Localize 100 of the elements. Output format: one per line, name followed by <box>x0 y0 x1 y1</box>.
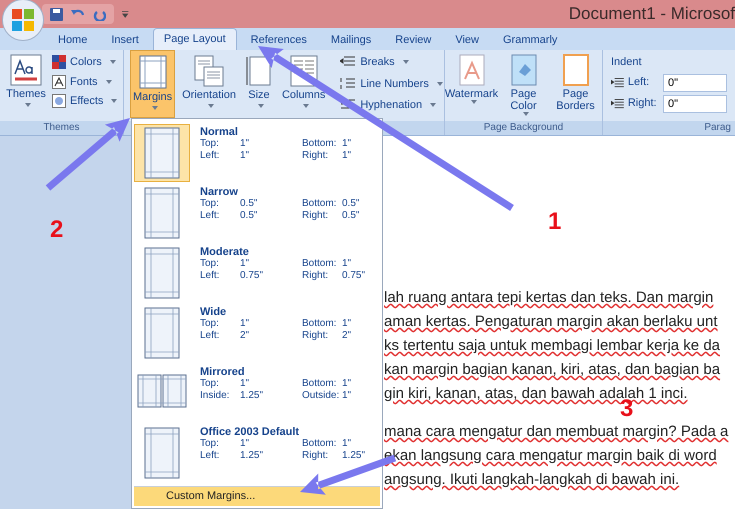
margin-label: Outside: <box>302 390 340 402</box>
ribbon-tab[interactable]: Insert <box>101 30 149 50</box>
margin-label: Top: <box>200 438 220 450</box>
margin-value: 1" <box>342 138 352 150</box>
margin-value: 0.75" <box>342 270 366 282</box>
margin-value: 1.25" <box>342 450 366 462</box>
save-icon[interactable] <box>50 8 64 20</box>
page-margins-icon <box>144 187 180 239</box>
margin-label: Bottom: <box>302 438 338 450</box>
ribbon-button[interactable]: Orientation <box>179 50 239 118</box>
group-label: Parag <box>603 121 735 135</box>
margin-value: 1.25" <box>240 450 264 462</box>
custom-margins-item[interactable]: Custom Margins... <box>134 486 380 506</box>
ribbon-small-button[interactable]: Breaks <box>340 54 443 70</box>
field-label: Right: <box>628 96 658 112</box>
field-label: Left: <box>628 75 650 90</box>
preset-name: Moderate <box>200 246 250 258</box>
step-number: 1 <box>548 210 562 234</box>
caret-icon <box>106 80 112 84</box>
indent-field[interactable]: 0" <box>663 94 727 112</box>
document-text-line: lah ruang antara tepi kertas dan teks. Dan margin <box>384 288 714 308</box>
indent-icon <box>611 98 624 110</box>
document-text-line: mana cara mengatur dan membuat margin? Pada a <box>384 422 730 442</box>
ribbon-tab[interactable]: Page Layout <box>152 28 237 50</box>
margin-label: Right: <box>302 210 330 222</box>
margin-label: Left: <box>200 450 220 462</box>
margin-label: Top: <box>200 318 220 330</box>
margin-label: Left: <box>200 150 220 162</box>
margin-value: 1" <box>342 258 352 270</box>
ribbon-tab[interactable]: References <box>240 30 317 50</box>
indent-icon <box>611 76 624 88</box>
preset-name: Wide <box>200 306 228 318</box>
ribbon-tab[interactable]: Grammarly <box>493 30 568 50</box>
window-title: Document1 - Microsof <box>568 3 735 26</box>
caret-icon <box>258 104 264 108</box>
ribbon-tab[interactable]: Review <box>385 30 442 50</box>
line-numbers-icon <box>340 76 356 91</box>
margin-label: Top: <box>200 138 220 150</box>
ribbon-button[interactable]: Page Borders <box>552 54 600 121</box>
indent-field[interactable]: 0" <box>663 74 727 92</box>
margin-value: 1" <box>240 150 250 162</box>
page-size-icon <box>246 55 272 87</box>
colors-icon <box>52 55 66 70</box>
margin-value: 1" <box>240 318 250 330</box>
margin-value: 1" <box>240 438 250 450</box>
margin-label: Left: <box>200 270 220 282</box>
page-color-icon <box>510 54 536 86</box>
margin-preset-item[interactable]: Wide Top: 1" Bottom: 1" Left: 2" Right: 2" <box>134 301 380 361</box>
margin-label: Right: <box>302 270 330 282</box>
customize-toolbar-icon[interactable] <box>122 10 129 18</box>
group-label: Page Background <box>445 121 602 135</box>
margin-preset-item[interactable]: Narrow Top: 0.5" Bottom: 0.5" Left: 0.5" Right: 0.5" <box>134 181 380 241</box>
theme-option-button[interactable]: Fonts <box>52 74 118 90</box>
ribbon-button[interactable]: Margins <box>130 50 176 118</box>
margin-value: 1" <box>240 258 250 270</box>
preset-name: Narrow <box>200 186 239 198</box>
margin-preset-item[interactable]: Moderate Top: 1" Bottom: 1" Left: 0.75" Right: 0.75" <box>134 241 380 301</box>
margin-label: Top: <box>200 198 220 210</box>
margins-icon <box>138 55 167 89</box>
margin-preset-item[interactable]: Mirrored Top: 1" Bottom: 1" Inside: 1.25" Outside: 1" <box>134 361 380 421</box>
margin-label: Bottom: <box>302 378 338 390</box>
page-margins-icon <box>144 427 180 479</box>
theme-option-button[interactable]: Effects <box>52 93 118 110</box>
margin-value: 0.5" <box>342 198 360 210</box>
document-text-line: kan margin bagian kanan, kiri, atas, dan bagian ba <box>384 360 722 380</box>
page-borders-icon <box>562 54 588 86</box>
margin-label: Bottom: <box>302 198 338 210</box>
margin-value: 2" <box>342 330 352 342</box>
margin-preset-item[interactable]: Normal Top: 1" Bottom: 1" Left: 1" Right: 1" <box>134 121 380 181</box>
themes-icon <box>10 54 42 86</box>
margin-label: Right: <box>302 450 330 462</box>
ribbon-small-button[interactable]: Line Numbers <box>340 76 443 92</box>
margin-label: Left: <box>200 210 220 222</box>
step-number: 2 <box>50 218 64 242</box>
margin-value: 1" <box>342 150 352 162</box>
margin-label: Bottom: <box>302 138 338 150</box>
ribbon-tab[interactable]: Mailings <box>320 30 382 50</box>
office-logo-icon <box>12 9 34 31</box>
theme-option-button[interactable]: Colors <box>52 54 118 70</box>
ribbon-button[interactable]: Watermark <box>448 54 496 121</box>
ribbon-button[interactable]: Size <box>242 50 275 118</box>
margin-value: 1" <box>240 138 250 150</box>
document-text-line: aman kertas. Pengaturan margin akan berlaku unt <box>384 312 719 332</box>
margin-value: 1" <box>342 390 352 402</box>
margin-label: Bottom: <box>302 258 338 270</box>
orientation-icon <box>194 55 224 87</box>
ribbon-tab[interactable]: Home <box>48 30 98 50</box>
themes-button[interactable]: Themes <box>4 54 48 121</box>
margin-value: 1" <box>342 438 352 450</box>
ribbon-button[interactable]: Page Color <box>500 54 548 121</box>
margin-preset-item[interactable]: Office 2003 Default Top: 1" Bottom: 1" Left: 1.25" Right: 1.25" <box>134 421 380 481</box>
margin-label: Inside: <box>200 390 230 402</box>
margin-value: 1" <box>240 378 250 390</box>
page-margins-icon <box>144 307 180 359</box>
caret-icon <box>436 82 443 86</box>
caret-icon <box>430 103 436 108</box>
margin-value: 1.25" <box>240 390 264 402</box>
margin-value: 0.5" <box>342 210 360 222</box>
ribbon-tab[interactable]: View <box>445 30 489 50</box>
margin-value: 0.5" <box>240 210 258 222</box>
